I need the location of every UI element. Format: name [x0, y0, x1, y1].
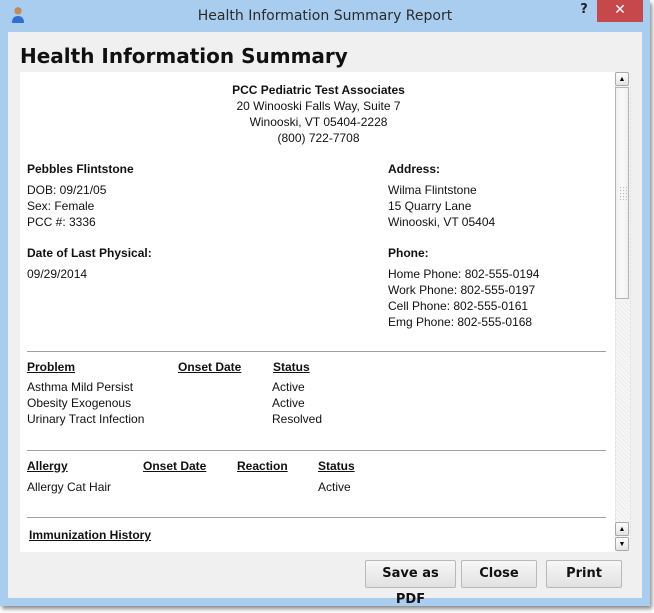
- close-button[interactable]: Close: [461, 560, 537, 588]
- help-button[interactable]: ?: [575, 2, 593, 22]
- problem-status: Active: [272, 380, 305, 394]
- address-line-2: 15 Quarry Lane: [388, 199, 472, 213]
- column-header-onset-date: Onset Date: [143, 459, 207, 473]
- problem-name: Urinary Tract Infection: [27, 412, 145, 426]
- scroll-up-button[interactable]: ▲: [615, 72, 629, 86]
- page-title: Health Information Summary: [20, 44, 348, 68]
- patient-demographics: DOB: 09/21/05 Sex: Female PCC #: 3336: [27, 182, 106, 230]
- allergy-status: Active: [318, 480, 351, 494]
- address-line-1: Wilma Flintstone: [388, 183, 477, 197]
- practice-name: PCC Pediatric Test Associates: [232, 83, 405, 97]
- address-label: Address:: [388, 162, 441, 176]
- phone-block: Home Phone: 802-555-0194 Work Phone: 802…: [388, 266, 539, 330]
- address-line-3: Winooski, VT 05404: [388, 215, 496, 229]
- scroll-down-button[interactable]: ▼: [615, 537, 629, 551]
- title-bar[interactable]: Health Information Summary Report ? ✕: [0, 0, 650, 32]
- immunization-history-heading: Immunization History: [29, 528, 152, 542]
- last-physical-date: 09/29/2014: [27, 267, 88, 281]
- scroll-up-button-lower[interactable]: ▲: [615, 522, 629, 536]
- work-phone: Work Phone: 802-555-0197: [388, 283, 536, 297]
- print-button[interactable]: Print: [546, 560, 622, 588]
- window-close-button[interactable]: ✕: [597, 0, 643, 22]
- column-header-problem: Problem: [27, 360, 76, 374]
- column-header-status: Status: [318, 459, 355, 473]
- practice-address-2: Winooski, VT 05404-2228: [249, 115, 388, 129]
- vertical-scrollbar[interactable]: ▲ ▲ ▼: [614, 72, 631, 552]
- practice-address-1: 20 Winooski Falls Way, Suite 7: [236, 99, 401, 113]
- window-title: Health Information Summary Report: [197, 8, 453, 24]
- address-block: Wilma Flintstone 15 Quarry Lane Winooski…: [388, 182, 495, 230]
- report-window: Health Information Summary Report ? ✕ He…: [0, 0, 650, 607]
- problem-status: Active: [272, 396, 305, 410]
- patient-sex: Sex: Female: [27, 199, 95, 213]
- column-header-onset-date: Onset Date: [178, 360, 242, 374]
- allergy-name: Allergy Cat Hair: [27, 480, 112, 494]
- column-header-allergy: Allergy: [27, 459, 68, 473]
- divider: [27, 517, 606, 518]
- save-as-pdf-button[interactable]: Save as PDF: [365, 560, 456, 607]
- patient-pcc-number: PCC #: 3336: [27, 215, 96, 229]
- emergency-phone: Emg Phone: 802-555-0168: [388, 315, 533, 329]
- practice-header: PCC Pediatric Test Associates 20 Winoosk…: [20, 82, 617, 146]
- patient-name: Pebbles Flintstone: [27, 162, 134, 176]
- divider: [27, 450, 606, 451]
- problem-name: Asthma Mild Persist: [27, 380, 134, 394]
- problem-status: Resolved: [272, 412, 323, 426]
- cell-phone: Cell Phone: 802-555-0161: [388, 299, 529, 313]
- divider: [27, 351, 606, 352]
- column-header-reaction: Reaction: [237, 459, 288, 473]
- grip-icon: [619, 186, 627, 200]
- practice-phone: (800) 722-7708: [277, 131, 360, 145]
- scroll-thumb[interactable]: [615, 87, 629, 299]
- report-viewer: PCC Pediatric Test Associates 20 Winoosk…: [20, 72, 617, 552]
- problem-name: Obesity Exogenous: [27, 396, 132, 410]
- home-phone: Home Phone: 802-555-0194: [388, 267, 540, 281]
- patient-dob: DOB: 09/21/05: [27, 183, 107, 197]
- dialog-body: Health Information Summary PCC Pediatric…: [8, 32, 642, 607]
- column-header-status: Status: [273, 360, 310, 374]
- phone-label: Phone:: [388, 246, 429, 260]
- last-physical-label: Date of Last Physical:: [27, 246, 152, 260]
